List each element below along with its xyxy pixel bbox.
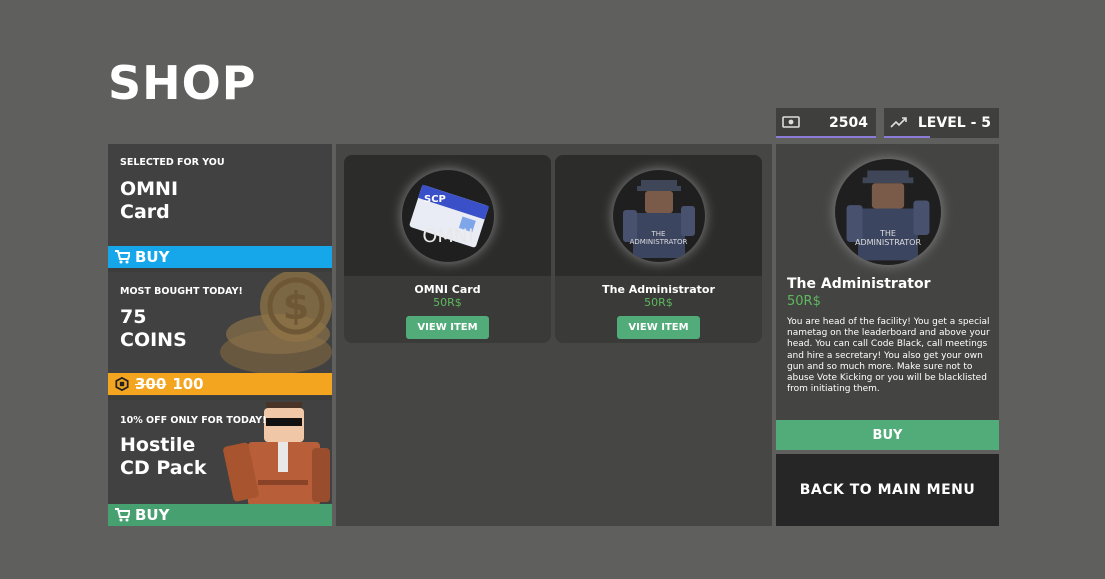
- item-grid: SCP OMNI OMNI Card 50R$ VIEW ITEM THE ADM…: [336, 144, 772, 526]
- item-detail-panel: THE ADMINISTRATOR The Administrator 50R$ …: [776, 144, 999, 450]
- view-item-button[interactable]: VIEW ITEM: [406, 316, 489, 339]
- promo-coins[interactable]: $ MOST BOUGHT TODAY! 75 COINS 300 100: [108, 272, 332, 396]
- promo-buy-button[interactable]: BUY: [108, 246, 332, 268]
- detail-name: The Administrator: [787, 276, 931, 292]
- item-card-the-administrator[interactable]: THE ADMINISTRATOR The Administrator 50R$ …: [555, 155, 762, 343]
- buy-label: BUY: [135, 506, 170, 524]
- level-display: LEVEL - 5: [884, 108, 999, 138]
- promo-name: Hostile CD Pack: [120, 434, 207, 479]
- currency-display: 2504: [776, 108, 876, 138]
- promo-hostile-cd-pack[interactable]: 10% OFF ONLY FOR TODAY! Hostile CD Pack B…: [108, 400, 332, 526]
- omni-card-thumbnail: SCP OMNI: [401, 169, 494, 262]
- administrator-avatar: [846, 170, 930, 261]
- promo-buy-button[interactable]: BUY: [108, 504, 332, 526]
- cart-icon: [115, 508, 130, 522]
- svg-text:$: $: [283, 284, 309, 328]
- view-item-button[interactable]: VIEW ITEM: [617, 316, 700, 339]
- cart-icon: [115, 250, 130, 264]
- detail-thumbnail: THE ADMINISTRATOR: [835, 159, 941, 265]
- item-name: The Administrator: [602, 283, 715, 296]
- buy-label: BUY: [135, 248, 170, 266]
- administrator-avatar: [622, 179, 695, 258]
- currency-value: 2504: [829, 115, 868, 131]
- detail-price: 50R$: [787, 294, 821, 309]
- detail-buy-button[interactable]: BUY: [776, 420, 999, 450]
- promo-tag: 10% OFF ONLY FOR TODAY!: [120, 415, 267, 426]
- image-caption: THE ADMINISTRATOR: [629, 229, 688, 246]
- currency-underline: [776, 136, 876, 138]
- promo-name: 75 COINS: [120, 306, 187, 351]
- item-price: 50R$: [644, 296, 673, 309]
- page-title: SHOP: [108, 56, 257, 110]
- item-card-omni-card[interactable]: SCP OMNI OMNI Card 50R$ VIEW ITEM: [344, 155, 551, 343]
- keycard-icon: SCP OMNI: [409, 184, 489, 247]
- item-name: OMNI Card: [414, 283, 481, 296]
- svg-text:OMNI: OMNI: [422, 225, 473, 247]
- administrator-thumbnail: THE ADMINISTRATOR: [612, 169, 705, 262]
- old-price: 300: [135, 375, 167, 393]
- cash-icon: [782, 116, 800, 128]
- detail-description: You are head of the facility! You get a …: [787, 317, 990, 395]
- level-progress-bar: [884, 136, 930, 138]
- new-price: 100: [172, 375, 204, 393]
- promo-omni-card[interactable]: SELECTED FOR YOU OMNI Card BUY: [108, 144, 332, 268]
- level-value: LEVEL - 5: [917, 115, 991, 131]
- promo-price-button[interactable]: 300 100: [108, 373, 332, 395]
- item-image: SCP OMNI: [344, 155, 551, 276]
- promo-column: SELECTED FOR YOU OMNI Card BUY $ MOST BOU…: [108, 144, 332, 526]
- image-caption: THE ADMINISTRATOR: [854, 229, 922, 247]
- promo-tag: MOST BOUGHT TODAY!: [120, 286, 243, 297]
- item-price: 50R$: [433, 296, 462, 309]
- svg-text:SCP: SCP: [424, 194, 446, 205]
- back-to-main-menu-button[interactable]: BACK TO MAIN MENU: [776, 454, 999, 526]
- promo-tag: SELECTED FOR YOU: [120, 157, 225, 168]
- trend-up-icon: [890, 117, 907, 128]
- robux-icon: [115, 377, 129, 391]
- item-image: THE ADMINISTRATOR: [555, 155, 762, 276]
- promo-name: OMNI Card: [120, 178, 179, 223]
